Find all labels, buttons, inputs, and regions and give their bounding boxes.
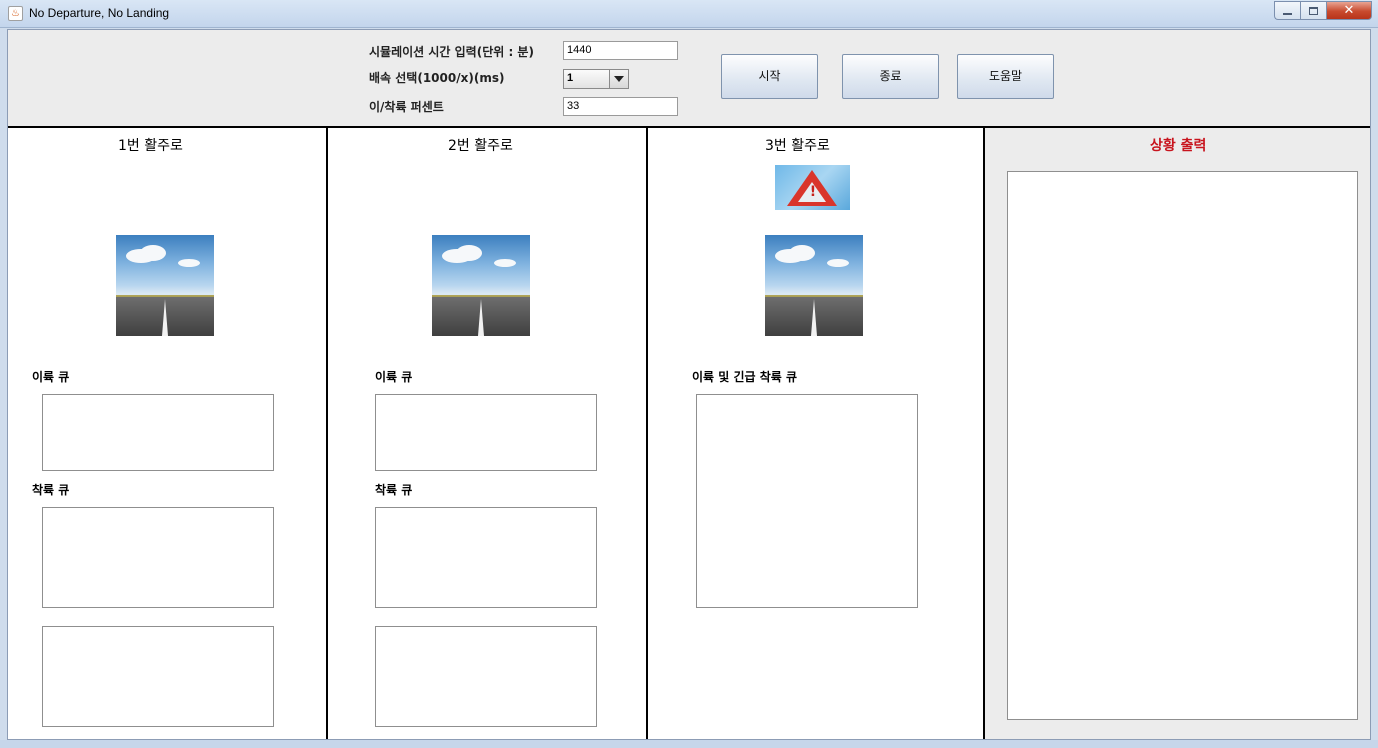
speed-label: 배속 선택(1000/x)(ms) <box>369 71 505 85</box>
status-title: 상황 출력 <box>1150 138 1207 154</box>
percent-input[interactable]: 33 <box>563 97 678 116</box>
close-button[interactable]: ✕ <box>1326 1 1372 20</box>
runway-1-takeoff-queue[interactable] <box>42 394 274 471</box>
speed-select-value: 1 <box>567 72 574 84</box>
maximize-button[interactable] <box>1300 1 1326 20</box>
runway-2-panel: 2번 활주로 이륙 큐 착륙 큐 <box>328 128 648 739</box>
runway-1-extra-queue[interactable] <box>42 626 274 727</box>
warning-triangle-icon: ! <box>775 165 850 210</box>
client-area: 시뮬레이션 시간 입력(단위 : 분) 1440 배속 선택(1000/x)(m… <box>7 29 1371 740</box>
minimize-button[interactable] <box>1274 1 1300 20</box>
chevron-down-icon[interactable] <box>609 70 628 88</box>
takeoff-queue-label: 이륙 큐 <box>32 370 70 384</box>
help-button[interactable]: 도움말 <box>957 54 1054 99</box>
runway-road-image <box>116 235 214 336</box>
percent-label: 이/착륙 퍼센트 <box>369 100 444 114</box>
runway-1-title: 1번 활주로 <box>118 138 183 154</box>
runway-1-panel: 1번 활주로 이륙 큐 착륙 큐 <box>8 128 328 739</box>
start-button[interactable]: 시작 <box>721 54 818 99</box>
window-bottom-border <box>0 740 1378 748</box>
runway-2-title: 2번 활주로 <box>448 138 513 154</box>
runway-2-extra-queue[interactable] <box>375 626 597 727</box>
landing-queue-label: 착륙 큐 <box>375 483 413 497</box>
title-bar: ♨ No Departure, No Landing ✕ <box>0 0 1378 28</box>
runway-3-panel: 3번 활주로 ! 이륙 및 긴급 착륙 큐 <box>648 128 985 739</box>
java-icon[interactable]: ♨ <box>8 6 23 21</box>
runway-road-image <box>432 235 530 336</box>
landing-queue-label: 착륙 큐 <box>32 483 70 497</box>
speed-select[interactable]: 1 <box>563 69 629 89</box>
sim-time-label: 시뮬레이션 시간 입력(단위 : 분) <box>369 45 534 59</box>
minimize-icon <box>1283 13 1292 15</box>
takeoff-emergency-queue-label: 이륙 및 긴급 착륙 큐 <box>692 370 798 384</box>
maximize-icon <box>1309 7 1318 15</box>
runway-3-title: 3번 활주로 <box>765 138 830 154</box>
window-title: No Departure, No Landing <box>29 6 170 20</box>
control-panel: 시뮬레이션 시간 입력(단위 : 분) 1440 배속 선택(1000/x)(m… <box>8 30 1370 127</box>
runway-2-landing-queue[interactable] <box>375 507 597 608</box>
close-icon: ✕ <box>1343 3 1355 18</box>
takeoff-queue-label: 이륙 큐 <box>375 370 413 384</box>
runway-road-image <box>765 235 863 336</box>
window-controls: ✕ <box>1274 1 1372 20</box>
runway-1-landing-queue[interactable] <box>42 507 274 608</box>
runway-panels: 1번 활주로 이륙 큐 착륙 큐 2번 활주로 이륙 큐 착륙 큐 3번 활주로… <box>8 126 1370 739</box>
runway-3-queue[interactable] <box>696 394 918 608</box>
stop-button[interactable]: 종료 <box>842 54 939 99</box>
sim-time-input[interactable]: 1440 <box>563 41 678 60</box>
runway-2-takeoff-queue[interactable] <box>375 394 597 471</box>
status-panel: 상황 출력 <box>985 128 1370 739</box>
status-output-area[interactable] <box>1007 171 1358 720</box>
